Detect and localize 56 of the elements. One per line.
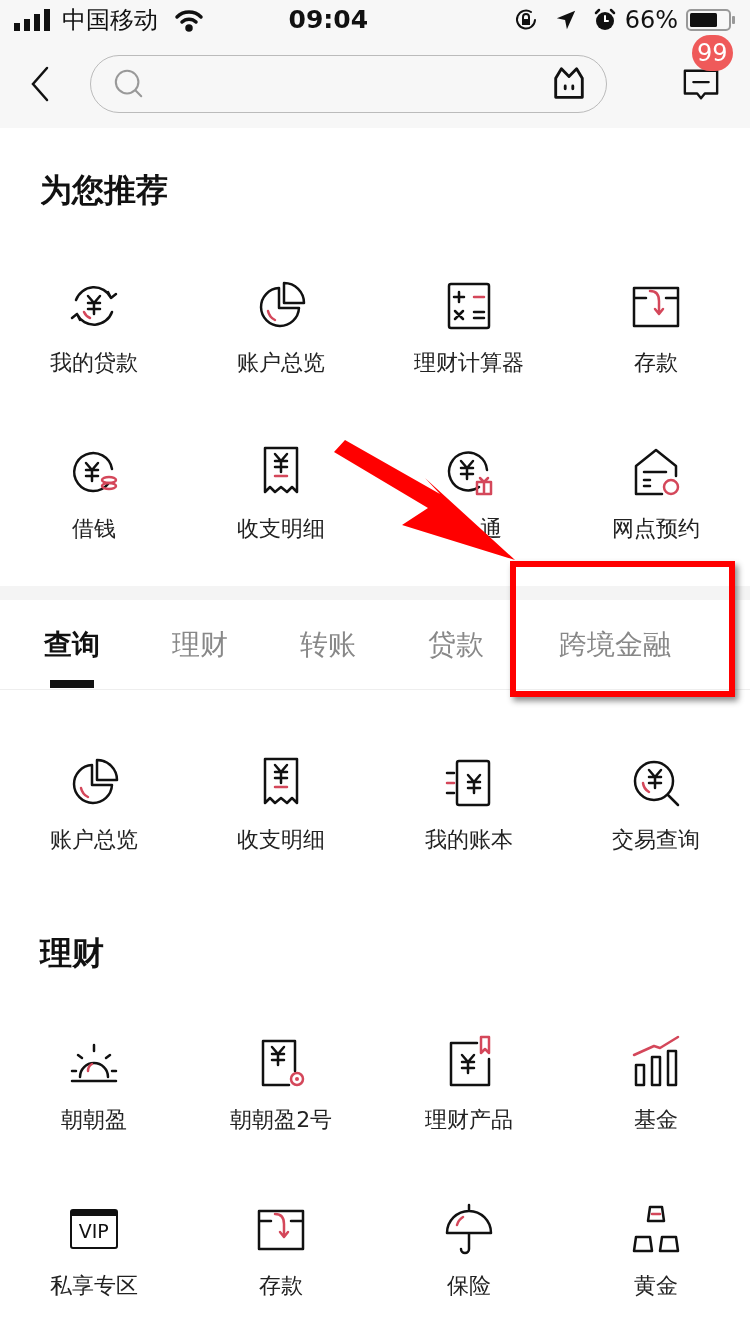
menu-label: 账户总览 — [237, 349, 326, 377]
menu-item[interactable]: 基金 — [562, 1005, 750, 1171]
menu-item[interactable]: 保险 — [375, 1171, 563, 1334]
section-title: 理财 — [40, 933, 105, 974]
battery-percent: 66% — [624, 5, 678, 36]
menu-label: 账户总览 — [49, 826, 138, 854]
menu-item[interactable]: 网点预约 — [562, 414, 750, 580]
menu-item[interactable]: 交易查询 — [562, 725, 750, 891]
battery-icon — [686, 8, 736, 32]
menu-item[interactable]: 我的账本 — [375, 725, 563, 891]
menu-item[interactable]: VIP 私享专区 — [0, 1171, 188, 1334]
menu-label: 借钱 — [71, 515, 116, 543]
menu-label: 私享专区 — [49, 1272, 138, 1300]
tab[interactable]: 转账 — [300, 600, 356, 690]
menu-item[interactable]: 收支明细 — [187, 725, 375, 891]
carrier-name: 中国移动 — [62, 5, 158, 36]
tab[interactable]: 贷款 — [428, 600, 484, 690]
menu-item[interactable]: 黄金 — [562, 1171, 750, 1334]
menu-item[interactable]: 借钱 — [0, 414, 188, 580]
menu-item[interactable]: 存款 — [562, 248, 750, 414]
menu-label: 我的账本 — [424, 826, 513, 854]
menu-item[interactable]: 理财计算器 — [375, 248, 563, 414]
menu-label: 网点预约 — [612, 515, 701, 543]
back-icon — [30, 66, 50, 102]
menu-label: 收支明细 — [237, 515, 326, 543]
notification-badge: 99 — [692, 35, 733, 71]
back-button[interactable] — [30, 66, 50, 102]
status-time: 09:04 — [288, 4, 370, 37]
menu-label: 收支明细 — [237, 826, 326, 854]
menu-label: 朝朝盈 — [60, 1106, 127, 1134]
menu-label: 基金 — [634, 1106, 679, 1134]
menu-item[interactable]: 账户总览 — [187, 248, 375, 414]
menu-label: 理财计算器 — [413, 349, 524, 377]
alarm-icon — [592, 8, 617, 32]
menu-label: 存款 — [259, 1272, 304, 1300]
menu-item[interactable]: 账户总览 — [0, 725, 188, 891]
tab[interactable]: 理财 — [172, 600, 228, 690]
menu-label: 交易查询 — [612, 826, 701, 854]
menu-item[interactable]: 存款 — [187, 1171, 375, 1334]
menu-label: 朝朝盈2号 — [230, 1106, 333, 1134]
section-title: 为您推荐 — [40, 170, 169, 211]
menu-item[interactable]: 朝朝盈 — [0, 1005, 188, 1171]
menu-item[interactable]: 我的贷款 — [0, 248, 188, 414]
tab[interactable]: 查询 — [44, 600, 100, 690]
menu-label: 理财产品 — [424, 1106, 513, 1134]
wifi-icon — [174, 8, 204, 32]
menu-label: 保险 — [446, 1272, 491, 1300]
search-icon — [113, 68, 145, 100]
menu-item[interactable]: 朝朝盈2号 — [187, 1005, 375, 1171]
tab[interactable]: 跨境金融 — [559, 600, 671, 690]
vip-card-icon: VIP — [69, 1209, 118, 1249]
menu-label: 存款 — [634, 349, 679, 377]
menu-item[interactable]: 理财产品 — [375, 1005, 563, 1171]
menu-label: 黄金 — [634, 1272, 679, 1300]
menu-item[interactable]: 收支明细 — [187, 414, 375, 580]
menu-label: 我的贷款 — [49, 349, 138, 377]
